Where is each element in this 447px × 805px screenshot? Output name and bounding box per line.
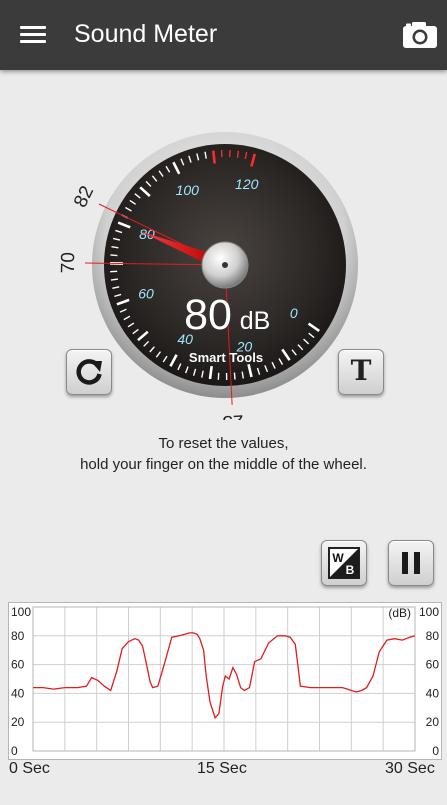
gauge-tick xyxy=(110,254,118,257)
refresh-icon xyxy=(76,359,102,385)
white-black-toggle-button[interactable]: W B xyxy=(321,540,367,586)
gauge-min-marker: 25 xyxy=(222,410,244,420)
y-tick-label-left: 100 xyxy=(11,605,31,619)
y-tick-label-left: 40 xyxy=(11,686,25,700)
gauge-scale-label: 100 xyxy=(176,182,200,198)
y-tick-label-right: 100 xyxy=(419,605,439,619)
gauge-tick xyxy=(233,372,236,380)
x-tick-label-mid: 15 Sec xyxy=(197,760,247,777)
y-tick-label-left: 60 xyxy=(11,658,25,672)
y-tick-label-right: 60 xyxy=(426,658,440,672)
db-history-chart: 0 0 20 20 40 40 60 60 80 80 100 100 (dB) xyxy=(8,602,442,760)
reset-instructions: To reset the values, hold your finger on… xyxy=(0,433,447,475)
x-tick-label-end: 30 Sec xyxy=(385,760,435,777)
gauge-tick xyxy=(208,365,213,380)
theme-button[interactable]: T xyxy=(338,349,384,395)
gauge-tick xyxy=(212,150,216,164)
y-tick-label-left: 80 xyxy=(11,629,25,643)
camera-icon[interactable] xyxy=(402,20,438,50)
gauge-tick xyxy=(236,150,240,158)
wb-label-top: W xyxy=(332,551,344,565)
y-tick-label-right: 20 xyxy=(426,715,440,729)
app-bar: Sound Meter xyxy=(0,0,447,70)
wb-label-bottom: B xyxy=(346,563,355,577)
gauge-reading-value: 80 xyxy=(184,291,232,339)
white-black-toggle-icon: W B xyxy=(328,547,360,579)
gauge-avg-marker: 70 xyxy=(60,252,79,273)
app-title: Sound Meter xyxy=(74,20,218,48)
y-tick-label-right: 0 xyxy=(432,744,439,758)
chart-unit-label: (dB) xyxy=(388,606,411,620)
gauge-max-marker: 82 xyxy=(70,183,98,211)
instructions-line-2: hold your finger on the middle of the wh… xyxy=(80,456,367,473)
gauge-brand-label: Smart Tools xyxy=(189,350,263,365)
reset-button[interactable] xyxy=(66,349,112,395)
gauge-hub-center xyxy=(222,262,228,268)
gauge-scale-label: 0 xyxy=(290,305,298,321)
gauge-tick xyxy=(110,278,119,281)
hamburger-menu-icon[interactable] xyxy=(20,24,46,46)
text-t-icon: T xyxy=(350,354,372,387)
y-tick-label-right: 40 xyxy=(426,686,440,700)
x-tick-label-start: 0 Sec xyxy=(9,760,50,777)
y-tick-label-left: 20 xyxy=(11,715,25,729)
gauge-scale-label: 120 xyxy=(235,176,259,192)
gauge-reading-unit: dB xyxy=(240,307,271,335)
gauge-scale-label: 60 xyxy=(138,286,154,302)
y-tick-label-right: 80 xyxy=(426,629,440,643)
instructions-line-1: To reset the values, xyxy=(158,435,289,452)
y-tick-label-left: 0 xyxy=(11,744,18,758)
pause-button[interactable] xyxy=(388,540,434,586)
pause-icon xyxy=(402,552,420,574)
